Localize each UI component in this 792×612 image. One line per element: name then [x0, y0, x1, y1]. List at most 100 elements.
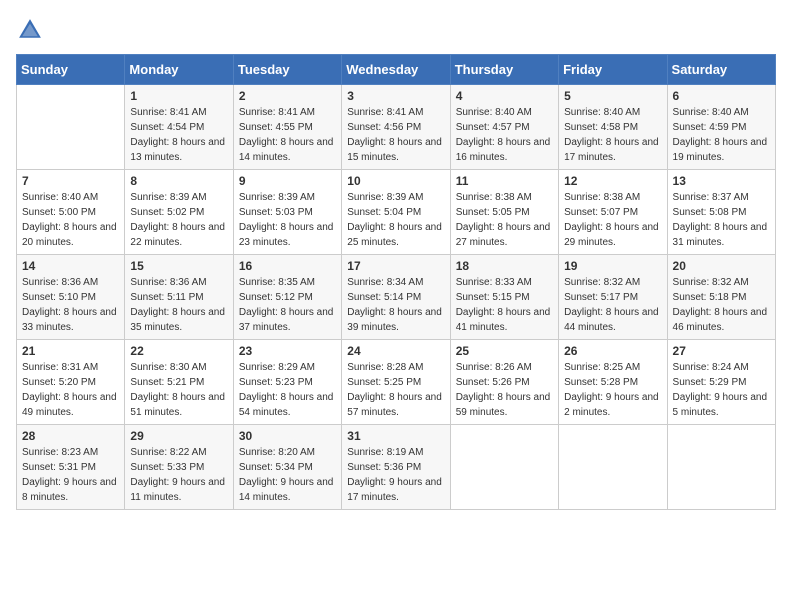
calendar-week-row: 14 Sunrise: 8:36 AM Sunset: 5:10 PM Dayl…: [17, 255, 776, 340]
calendar-cell: 17 Sunrise: 8:34 AM Sunset: 5:14 PM Dayl…: [342, 255, 450, 340]
daylight: Daylight: 8 hours and 23 minutes.: [239, 222, 334, 248]
sunrise: Sunrise: 8:39 AM: [130, 192, 206, 203]
daylight: Daylight: 8 hours and 16 minutes.: [456, 137, 551, 163]
weekday-header-wednesday: Wednesday: [342, 55, 450, 85]
day-number: 23: [239, 344, 336, 358]
sunrise: Sunrise: 8:32 AM: [564, 277, 640, 288]
sunset: Sunset: 4:57 PM: [456, 122, 530, 133]
calendar-cell: 16 Sunrise: 8:35 AM Sunset: 5:12 PM Dayl…: [233, 255, 341, 340]
daylight: Daylight: 8 hours and 35 minutes.: [130, 307, 225, 333]
sunset: Sunset: 5:11 PM: [130, 292, 203, 303]
daylight: Daylight: 9 hours and 8 minutes.: [22, 477, 117, 503]
day-number: 13: [673, 174, 770, 188]
calendar-cell: 20 Sunrise: 8:32 AM Sunset: 5:18 PM Dayl…: [667, 255, 775, 340]
sunset: Sunset: 5:33 PM: [130, 462, 204, 473]
day-info: Sunrise: 8:30 AM Sunset: 5:21 PM Dayligh…: [130, 360, 227, 420]
weekday-header-row: SundayMondayTuesdayWednesdayThursdayFrid…: [17, 55, 776, 85]
sunset: Sunset: 4:59 PM: [673, 122, 747, 133]
weekday-header-thursday: Thursday: [450, 55, 558, 85]
sunrise: Sunrise: 8:41 AM: [239, 107, 315, 118]
daylight: Daylight: 8 hours and 51 minutes.: [130, 392, 225, 418]
daylight: Daylight: 8 hours and 59 minutes.: [456, 392, 551, 418]
daylight: Daylight: 8 hours and 13 minutes.: [130, 137, 225, 163]
sunset: Sunset: 5:04 PM: [347, 207, 421, 218]
calendar-week-row: 21 Sunrise: 8:31 AM Sunset: 5:20 PM Dayl…: [17, 340, 776, 425]
sunset: Sunset: 5:23 PM: [239, 377, 313, 388]
day-number: 29: [130, 429, 227, 443]
day-number: 8: [130, 174, 227, 188]
day-info: Sunrise: 8:38 AM Sunset: 5:05 PM Dayligh…: [456, 190, 553, 250]
calendar-table: SundayMondayTuesdayWednesdayThursdayFrid…: [16, 54, 776, 510]
sunrise: Sunrise: 8:36 AM: [22, 277, 98, 288]
logo: [16, 16, 48, 44]
sunset: Sunset: 5:05 PM: [456, 207, 530, 218]
daylight: Daylight: 8 hours and 37 minutes.: [239, 307, 334, 333]
daylight: Daylight: 8 hours and 57 minutes.: [347, 392, 442, 418]
sunrise: Sunrise: 8:34 AM: [347, 277, 423, 288]
day-number: 7: [22, 174, 119, 188]
daylight: Daylight: 9 hours and 14 minutes.: [239, 477, 334, 503]
day-info: Sunrise: 8:41 AM Sunset: 4:56 PM Dayligh…: [347, 105, 444, 165]
day-number: 17: [347, 259, 444, 273]
sunrise: Sunrise: 8:38 AM: [564, 192, 640, 203]
weekday-header-tuesday: Tuesday: [233, 55, 341, 85]
calendar-cell: 4 Sunrise: 8:40 AM Sunset: 4:57 PM Dayli…: [450, 85, 558, 170]
weekday-header-saturday: Saturday: [667, 55, 775, 85]
day-info: Sunrise: 8:26 AM Sunset: 5:26 PM Dayligh…: [456, 360, 553, 420]
calendar-cell: 5 Sunrise: 8:40 AM Sunset: 4:58 PM Dayli…: [559, 85, 667, 170]
day-info: Sunrise: 8:40 AM Sunset: 4:57 PM Dayligh…: [456, 105, 553, 165]
day-info: Sunrise: 8:35 AM Sunset: 5:12 PM Dayligh…: [239, 275, 336, 335]
logo-icon: [16, 16, 44, 44]
day-number: 1: [130, 89, 227, 103]
day-info: Sunrise: 8:32 AM Sunset: 5:18 PM Dayligh…: [673, 275, 770, 335]
day-number: 22: [130, 344, 227, 358]
weekday-header-friday: Friday: [559, 55, 667, 85]
day-info: Sunrise: 8:19 AM Sunset: 5:36 PM Dayligh…: [347, 445, 444, 505]
day-number: 24: [347, 344, 444, 358]
daylight: Daylight: 9 hours and 5 minutes.: [673, 392, 768, 418]
day-number: 6: [673, 89, 770, 103]
sunset: Sunset: 5:31 PM: [22, 462, 96, 473]
daylight: Daylight: 8 hours and 41 minutes.: [456, 307, 551, 333]
day-info: Sunrise: 8:20 AM Sunset: 5:34 PM Dayligh…: [239, 445, 336, 505]
day-info: Sunrise: 8:39 AM Sunset: 5:03 PM Dayligh…: [239, 190, 336, 250]
calendar-cell: [667, 425, 775, 510]
calendar-cell: 23 Sunrise: 8:29 AM Sunset: 5:23 PM Dayl…: [233, 340, 341, 425]
sunset: Sunset: 5:29 PM: [673, 377, 747, 388]
day-number: 4: [456, 89, 553, 103]
calendar-cell: 26 Sunrise: 8:25 AM Sunset: 5:28 PM Dayl…: [559, 340, 667, 425]
calendar-cell: 8 Sunrise: 8:39 AM Sunset: 5:02 PM Dayli…: [125, 170, 233, 255]
day-info: Sunrise: 8:34 AM Sunset: 5:14 PM Dayligh…: [347, 275, 444, 335]
sunrise: Sunrise: 8:41 AM: [130, 107, 206, 118]
calendar-cell: 29 Sunrise: 8:22 AM Sunset: 5:33 PM Dayl…: [125, 425, 233, 510]
sunrise: Sunrise: 8:40 AM: [673, 107, 749, 118]
daylight: Daylight: 8 hours and 44 minutes.: [564, 307, 659, 333]
day-info: Sunrise: 8:38 AM Sunset: 5:07 PM Dayligh…: [564, 190, 661, 250]
sunrise: Sunrise: 8:35 AM: [239, 277, 315, 288]
day-info: Sunrise: 8:41 AM Sunset: 4:54 PM Dayligh…: [130, 105, 227, 165]
daylight: Daylight: 8 hours and 39 minutes.: [347, 307, 442, 333]
day-info: Sunrise: 8:40 AM Sunset: 4:58 PM Dayligh…: [564, 105, 661, 165]
sunrise: Sunrise: 8:40 AM: [456, 107, 532, 118]
sunrise: Sunrise: 8:33 AM: [456, 277, 532, 288]
sunset: Sunset: 5:25 PM: [347, 377, 421, 388]
calendar-cell: 19 Sunrise: 8:32 AM Sunset: 5:17 PM Dayl…: [559, 255, 667, 340]
sunset: Sunset: 5:20 PM: [22, 377, 96, 388]
calendar-cell: 13 Sunrise: 8:37 AM Sunset: 5:08 PM Dayl…: [667, 170, 775, 255]
day-info: Sunrise: 8:28 AM Sunset: 5:25 PM Dayligh…: [347, 360, 444, 420]
day-info: Sunrise: 8:36 AM Sunset: 5:11 PM Dayligh…: [130, 275, 227, 335]
sunrise: Sunrise: 8:40 AM: [564, 107, 640, 118]
sunset: Sunset: 5:34 PM: [239, 462, 313, 473]
sunset: Sunset: 5:12 PM: [239, 292, 313, 303]
daylight: Daylight: 8 hours and 54 minutes.: [239, 392, 334, 418]
calendar-cell: [17, 85, 125, 170]
calendar-cell: 1 Sunrise: 8:41 AM Sunset: 4:54 PM Dayli…: [125, 85, 233, 170]
calendar-cell: 25 Sunrise: 8:26 AM Sunset: 5:26 PM Dayl…: [450, 340, 558, 425]
sunset: Sunset: 5:26 PM: [456, 377, 530, 388]
sunrise: Sunrise: 8:36 AM: [130, 277, 206, 288]
day-info: Sunrise: 8:40 AM Sunset: 5:00 PM Dayligh…: [22, 190, 119, 250]
calendar-cell: 28 Sunrise: 8:23 AM Sunset: 5:31 PM Dayl…: [17, 425, 125, 510]
day-number: 12: [564, 174, 661, 188]
daylight: Daylight: 9 hours and 17 minutes.: [347, 477, 442, 503]
sunset: Sunset: 5:00 PM: [22, 207, 96, 218]
